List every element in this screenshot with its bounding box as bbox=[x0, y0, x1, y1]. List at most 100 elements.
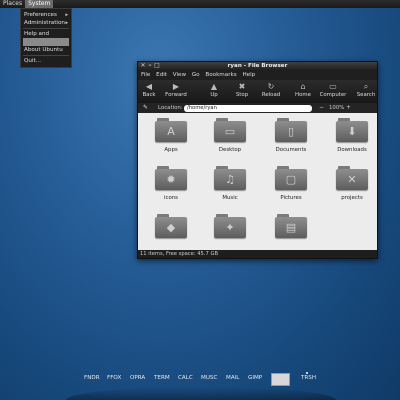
file-view[interactable]: A Apps ▭ Desktop ▯ Documents ⬇ Downloads… bbox=[138, 113, 377, 250]
menu-item-preferences[interactable]: Preferences ▸ bbox=[23, 11, 69, 19]
home-icon: ⌂ bbox=[300, 82, 306, 91]
dock-item-mail[interactable]: MAIL bbox=[226, 375, 239, 381]
menu-go[interactable]: Go bbox=[192, 72, 200, 78]
computer-button[interactable]: ▭ Computer bbox=[319, 82, 347, 99]
forward-label: Forward bbox=[165, 92, 187, 98]
dock-item-fndr[interactable]: FNDR bbox=[84, 375, 100, 381]
back-label: Back bbox=[142, 92, 156, 98]
menu-separator bbox=[23, 28, 69, 29]
file-item[interactable]: ▢ Pictures bbox=[266, 166, 316, 201]
maximize-icon[interactable]: □ bbox=[154, 63, 160, 69]
status-bar: 11 items, Free space: 45.7 GB bbox=[138, 250, 377, 258]
file-item[interactable]: ♫ Music bbox=[205, 166, 255, 201]
computer-label: Computer bbox=[319, 92, 347, 98]
menu-help[interactable]: Help bbox=[242, 72, 255, 78]
dock-item-trsh[interactable]: TRSH bbox=[301, 375, 316, 381]
search-label: Search bbox=[356, 92, 376, 98]
dock-item-term[interactable]: TERM bbox=[154, 375, 170, 381]
menu-item-label: About Ubuntu bbox=[24, 47, 63, 53]
system-dropdown: Preferences ▸ Administration ▸ Help and … bbox=[20, 8, 72, 68]
dock-item-gimp[interactable]: GIMP bbox=[248, 375, 262, 381]
file-name: Documents bbox=[275, 147, 307, 153]
toggle-location-icon[interactable]: ✎ bbox=[143, 103, 148, 113]
file-name: Downloads bbox=[337, 147, 367, 153]
file-item[interactable]: ✕ projects bbox=[327, 166, 377, 201]
menu-item-label: Quit... bbox=[24, 58, 42, 64]
back-button[interactable]: ◀ Back bbox=[140, 82, 158, 99]
projects-folder-icon: ✕ bbox=[336, 166, 368, 190]
menubar: File Edit View Go Bookmarks Help bbox=[138, 71, 377, 80]
stop-label: Stop bbox=[235, 92, 249, 98]
file-item[interactable]: ⬇ Downloads bbox=[327, 118, 377, 153]
zoom-in-icon[interactable]: + bbox=[346, 103, 351, 113]
documents-folder-icon: ▯ bbox=[275, 118, 307, 142]
file-item[interactable]: ✦ bbox=[205, 214, 255, 243]
menu-item-about[interactable]: About Ubuntu bbox=[23, 46, 69, 54]
videos-folder-icon: ▤ bbox=[275, 214, 307, 238]
apps-folder-icon: A bbox=[155, 118, 187, 142]
toolbar: ◀ Back ▶ Forward ▲ Up ✖ Stop ↻ Reload ⌂ … bbox=[138, 80, 377, 103]
file-item[interactable]: ▤ bbox=[266, 214, 316, 243]
forward-button[interactable]: ▶ Forward bbox=[164, 82, 188, 99]
location-input[interactable]: /home/ryan bbox=[184, 104, 312, 112]
file-name: Music bbox=[222, 195, 238, 201]
window-titlebar[interactable]: ✕ – □ ryan - File Browser bbox=[138, 62, 377, 71]
location-label: Location: bbox=[158, 105, 183, 111]
menu-file[interactable]: File bbox=[141, 72, 150, 78]
menu-view[interactable]: View bbox=[173, 72, 186, 78]
file-item[interactable]: A Apps bbox=[146, 118, 196, 153]
stop-button[interactable]: ✖ Stop bbox=[234, 82, 250, 99]
top-panel: Places System bbox=[0, 0, 400, 8]
dock: FNDR FFOX OPRA TERM CALC MUSC MAIL GIMP … bbox=[0, 370, 400, 400]
back-icon: ◀ bbox=[145, 82, 153, 91]
window-title: ryan - File Browser bbox=[227, 63, 288, 69]
close-icon[interactable]: ✕ bbox=[140, 63, 146, 69]
up-icon: ▲ bbox=[210, 82, 218, 91]
file-item[interactable]: ▭ Desktop bbox=[205, 118, 255, 153]
dock-item-opra[interactable]: OPRA bbox=[130, 375, 145, 381]
file-item[interactable]: ◆ bbox=[146, 214, 196, 243]
file-browser-window-thumbnail[interactable] bbox=[271, 373, 290, 386]
menu-item-help[interactable]: Help and Support bbox=[23, 30, 69, 45]
menu-item-highlighted[interactable] bbox=[23, 38, 69, 46]
search-button[interactable]: ⌕ Search bbox=[356, 82, 376, 99]
desktop-folder-icon: ▭ bbox=[214, 118, 246, 142]
location-bar: ✎ Location: /home/ryan − 100% + bbox=[138, 103, 377, 113]
menu-item-quit[interactable]: Quit... bbox=[23, 57, 69, 65]
dock-item-ffox[interactable]: FFOX bbox=[107, 375, 121, 381]
templates-folder-icon: ✦ bbox=[214, 214, 246, 238]
minimize-icon[interactable]: – bbox=[147, 63, 153, 69]
computer-icon: ▭ bbox=[329, 82, 337, 91]
downloads-folder-icon: ⬇ bbox=[336, 118, 368, 142]
file-name: projects bbox=[341, 195, 363, 201]
menu-separator bbox=[23, 55, 69, 56]
home-label: Home bbox=[295, 92, 311, 98]
dock-item-musc[interactable]: MUSC bbox=[201, 375, 217, 381]
menu-bookmarks[interactable]: Bookmarks bbox=[205, 72, 236, 78]
menu-edit[interactable]: Edit bbox=[156, 72, 167, 78]
submenu-arrow-icon: ▸ bbox=[65, 12, 68, 18]
menu-item-label: Administration bbox=[24, 20, 65, 26]
file-name: Desktop bbox=[218, 147, 242, 153]
file-item[interactable]: ▯ Documents bbox=[266, 118, 316, 153]
file-item[interactable]: ✹ icons bbox=[146, 166, 196, 201]
stop-icon: ✖ bbox=[238, 82, 246, 91]
file-name: Apps bbox=[164, 147, 178, 153]
up-label: Up bbox=[210, 92, 218, 98]
zoom-out-icon[interactable]: − bbox=[319, 103, 324, 113]
file-browser-window: ✕ – □ ryan - File Browser File Edit View… bbox=[137, 61, 378, 259]
file-name: Pictures bbox=[280, 195, 302, 201]
up-button[interactable]: ▲ Up bbox=[206, 82, 222, 99]
home-button[interactable]: ⌂ Home bbox=[294, 82, 312, 99]
dock-item-calc[interactable]: CALC bbox=[178, 375, 193, 381]
forward-icon: ▶ bbox=[172, 82, 180, 91]
menu-item-administration[interactable]: Administration ▸ bbox=[23, 19, 69, 27]
zoom-level[interactable]: 100% bbox=[329, 103, 344, 113]
reload-label: Reload bbox=[261, 92, 281, 98]
submenu-arrow-icon: ▸ bbox=[65, 20, 68, 26]
reload-button[interactable]: ↻ Reload bbox=[260, 82, 282, 99]
pictures-folder-icon: ▢ bbox=[275, 166, 307, 190]
system-menu[interactable]: System bbox=[25, 0, 54, 8]
file-name: icons bbox=[164, 195, 178, 201]
places-menu[interactable]: Places bbox=[0, 0, 25, 8]
